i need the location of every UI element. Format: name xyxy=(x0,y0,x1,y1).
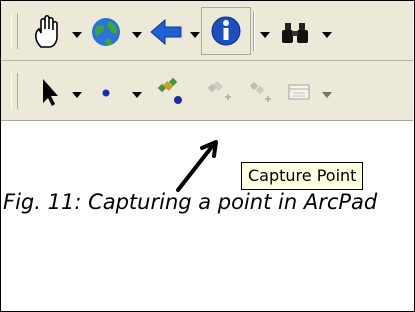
info-button[interactable] xyxy=(201,7,251,55)
chevron-down-icon[interactable] xyxy=(131,25,143,38)
chevron-down-icon[interactable] xyxy=(321,25,333,38)
chevron-down-icon[interactable] xyxy=(131,85,143,98)
toolbar-grip[interactable] xyxy=(11,73,18,109)
add-vertex-icon[interactable] xyxy=(201,73,239,111)
figure-caption: Fig. 11: Capturing a point in ArcPad xyxy=(3,190,378,214)
toolbar-top xyxy=(1,1,413,61)
chevron-down-icon[interactable] xyxy=(71,25,83,38)
toolbar-grip[interactable] xyxy=(11,13,18,49)
pan-hand-icon[interactable] xyxy=(29,13,67,51)
info-icon xyxy=(207,12,245,54)
binoculars-icon[interactable] xyxy=(277,13,315,51)
toolbar-divider xyxy=(253,11,255,51)
tooltip: Capture Point xyxy=(241,162,364,190)
attribute-table-icon[interactable] xyxy=(281,73,319,111)
chevron-down-icon[interactable] xyxy=(321,85,333,98)
chevron-down-icon[interactable] xyxy=(259,25,271,38)
select-pointer-icon[interactable] xyxy=(29,73,67,111)
toolbar-bottom xyxy=(1,61,413,121)
back-arrow-icon[interactable] xyxy=(147,13,185,51)
point-dot-icon[interactable] xyxy=(87,73,125,111)
annotation-arrow xyxy=(176,140,218,192)
capture-vertex-icon[interactable] xyxy=(241,73,279,111)
capture-point-icon[interactable] xyxy=(151,73,189,111)
chevron-down-icon[interactable] xyxy=(189,25,201,38)
globe-icon[interactable] xyxy=(87,13,125,51)
chevron-down-icon[interactable] xyxy=(71,85,83,98)
